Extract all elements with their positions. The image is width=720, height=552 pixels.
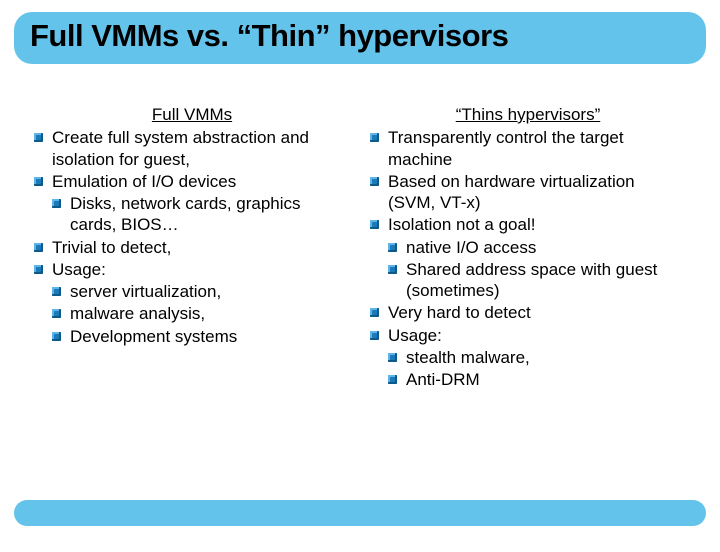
content-area: Full VMMs Create full system abstraction… xyxy=(0,64,720,391)
sub-list: native I/O access Shared address space wi… xyxy=(388,237,686,302)
list-item: Transparently control the target machine xyxy=(370,127,686,170)
list-item-text: server virtualization, xyxy=(70,282,221,301)
list-item: Development systems xyxy=(52,326,350,347)
list-item-text: native I/O access xyxy=(406,238,536,257)
title-bar: Full VMMs vs. “Thin” hypervisors xyxy=(14,12,706,64)
list-item: Usage: server virtualization, malware anal… xyxy=(34,259,350,347)
list-item: Disks, network cards, graphics cards, BI… xyxy=(52,193,350,236)
left-list: Create full system abstraction and isola… xyxy=(34,127,350,347)
list-item-text: Trivial to detect, xyxy=(52,238,171,257)
list-item: native I/O access xyxy=(388,237,686,258)
list-item-text: Development systems xyxy=(70,327,237,346)
list-item-text: malware analysis, xyxy=(70,304,205,323)
list-item-text: Transparently control the target machine xyxy=(388,128,624,168)
list-item: Usage: stealth malware, Anti-DRM xyxy=(370,325,686,391)
list-item-text: Based on hardware virtualization (SVM, V… xyxy=(388,172,635,212)
bottom-bar xyxy=(14,500,706,526)
list-item: Create full system abstraction and isola… xyxy=(34,127,350,170)
list-item-text: Very hard to detect xyxy=(388,303,531,322)
list-item: malware analysis, xyxy=(52,303,350,324)
list-item-text: Usage: xyxy=(388,326,442,345)
list-item: Very hard to detect xyxy=(370,302,686,323)
list-item: server virtualization, xyxy=(52,281,350,302)
right-column: “Thins hypervisors” Transparently contro… xyxy=(370,104,686,391)
sub-list: stealth malware, Anti-DRM xyxy=(388,347,686,391)
list-item-text: Create full system abstraction and isola… xyxy=(52,128,309,168)
list-item-text: Emulation of I/O devices xyxy=(52,172,236,191)
list-item-text: stealth malware, xyxy=(406,348,530,367)
left-heading: Full VMMs xyxy=(34,104,350,125)
list-item-text: Disks, network cards, graphics cards, BI… xyxy=(70,194,301,234)
list-item: stealth malware, xyxy=(388,347,686,368)
list-item-text: Usage: xyxy=(52,260,106,279)
list-item-text: Anti-DRM xyxy=(406,370,480,389)
list-item: Based on hardware virtualization (SVM, V… xyxy=(370,171,686,214)
left-column: Full VMMs Create full system abstraction… xyxy=(34,104,350,391)
sub-list: server virtualization, malware analysis, D… xyxy=(52,281,350,347)
list-item-text: Isolation not a goal! xyxy=(388,215,535,234)
right-heading: “Thins hypervisors” xyxy=(370,104,686,125)
slide-title: Full VMMs vs. “Thin” hypervisors xyxy=(30,18,690,54)
list-item: Shared address space with guest (sometim… xyxy=(388,259,686,302)
list-item: Anti-DRM xyxy=(388,369,686,390)
list-item: Isolation not a goal! native I/O access Sh… xyxy=(370,214,686,301)
list-item: Emulation of I/O devices Disks, network c… xyxy=(34,171,350,236)
right-list: Transparently control the target machine… xyxy=(370,127,686,390)
sub-list: Disks, network cards, graphics cards, BI… xyxy=(52,193,350,236)
list-item-text: Shared address space with guest (sometim… xyxy=(406,260,657,300)
list-item: Trivial to detect, xyxy=(34,237,350,258)
